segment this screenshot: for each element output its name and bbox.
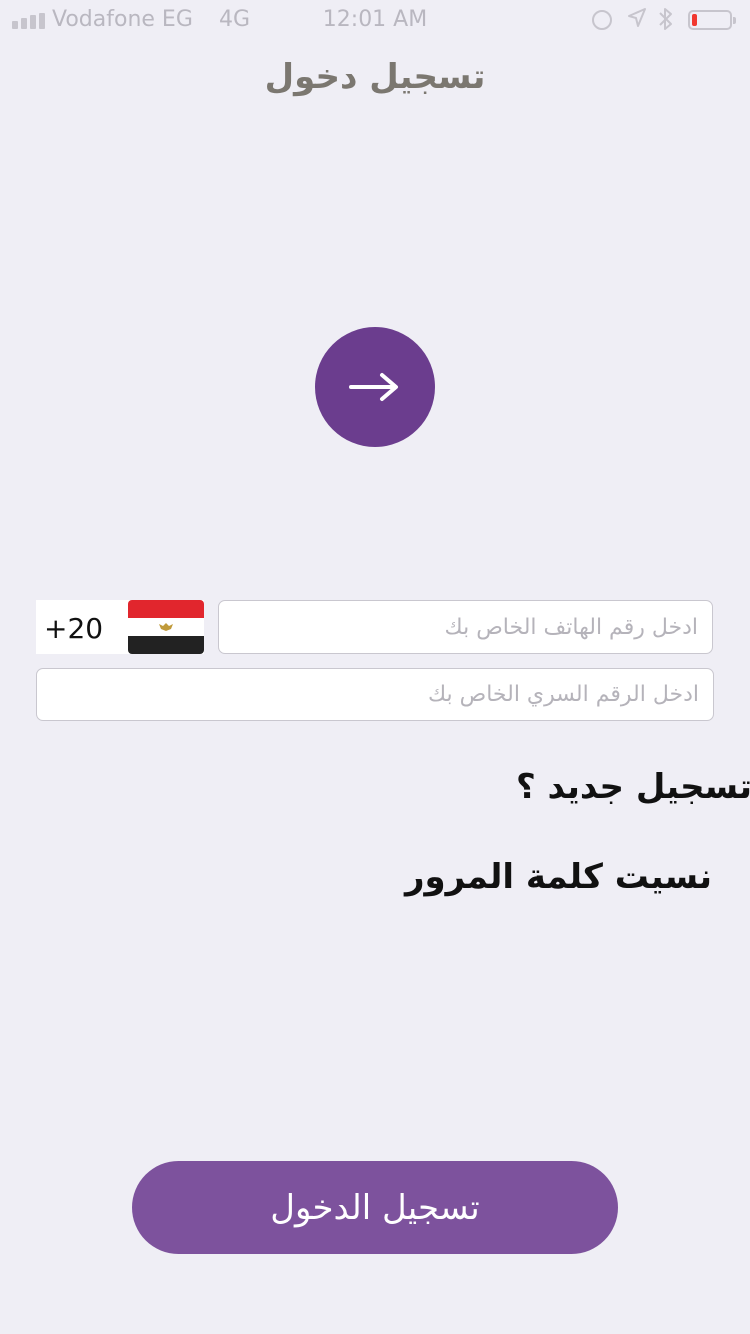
country-code-selector[interactable]: +20 (36, 600, 204, 654)
page-title: تسجيل دخول (264, 57, 486, 97)
register-link[interactable]: تسجيل جديد ؟ (516, 767, 750, 807)
status-bar: Vodafone EG 4G 12:01 AM (0, 0, 750, 40)
phone-field-wrapper (218, 600, 713, 654)
arrow-right-button[interactable] (315, 327, 435, 447)
eagle-emblem-icon (159, 623, 173, 631)
login-button[interactable]: تسجيل الدخول (132, 1161, 618, 1254)
phone-input[interactable] (219, 601, 712, 653)
login-screen: Vodafone EG 4G 12:01 AM تسجيل دخول +20 ا… (0, 0, 750, 1334)
arrow-right-icon (349, 373, 398, 401)
location-icon (627, 7, 647, 35)
password-input[interactable] (37, 669, 713, 720)
battery-icon (688, 10, 736, 30)
egypt-flag-icon (128, 600, 204, 654)
password-field-wrapper (36, 668, 714, 721)
bluetooth-icon (658, 6, 674, 38)
country-code: +20 (44, 612, 104, 645)
orientation-lock-icon (592, 10, 612, 30)
forgot-password-link[interactable]: نسيت كلمة المرور (405, 857, 712, 897)
